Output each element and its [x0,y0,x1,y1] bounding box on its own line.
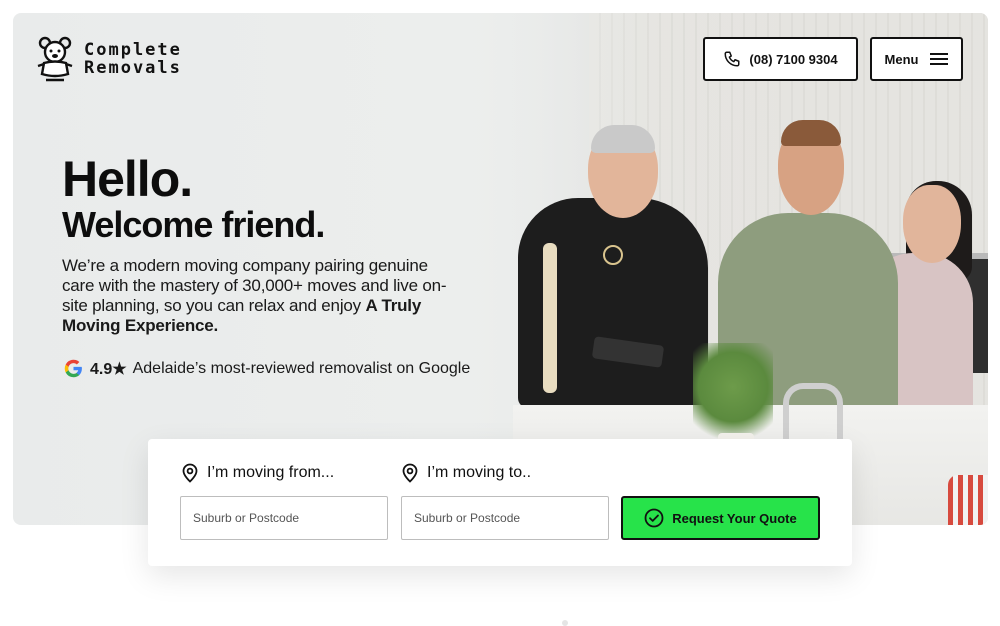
moving-to-label: I’m moving to.. [401,463,531,483]
logo-line-1: Complete [84,40,182,60]
hero-photo-woman-face [903,185,961,263]
moving-from-label: I’m moving from... [181,463,334,483]
check-circle-icon [644,508,664,528]
rating-text: Adelaide’s most-reviewed removalist on G… [132,359,471,377]
menu-button[interactable]: Menu [870,37,963,81]
quote-form: I’m moving from... I’m moving to.. Reque… [148,439,852,566]
hero-photo-uniform-stripe [543,243,557,393]
hero-intro: We’re a modern moving company pairing ge… [62,256,452,336]
hero-photo-uniform-logo [603,245,623,265]
teddy-bear-logo-icon [37,36,73,82]
rating-score: 4.9★ [90,360,127,378]
site-logo[interactable]: Complete Removals [36,36,182,82]
moving-to-text: I’m moving to.. [427,464,532,481]
hero-photo-staff-hair [591,125,655,153]
hamburger-menu-icon [930,53,949,65]
moving-to-input[interactable] [401,496,609,540]
google-rating: 4.9★ Adelaide’s most-reviewed removalist… [63,358,470,379]
moving-from-text: I’m moving from... [207,464,335,481]
hero-subheading: Welcome friend. [62,204,325,245]
request-quote-button[interactable]: Request Your Quote [621,496,820,540]
logo-line-2: Removals [84,58,182,78]
hero-heading: Hello. [62,151,193,207]
phone-button[interactable]: (08) 7100 9304 [703,37,858,81]
google-g-icon [64,359,82,378]
map-pin-icon [402,463,418,483]
menu-label: Menu [884,51,919,67]
scroll-indicator-dot [562,620,568,626]
request-quote-label: Request Your Quote [672,510,797,526]
moving-from-input[interactable] [180,496,388,540]
hero-photo-man-hair [781,120,841,146]
logo-wordmark: Complete Removals [84,41,182,77]
phone-icon [724,51,740,67]
phone-label: (08) 7100 9304 [749,51,838,67]
hero-photo-stool [948,475,988,525]
map-pin-icon [182,463,198,483]
